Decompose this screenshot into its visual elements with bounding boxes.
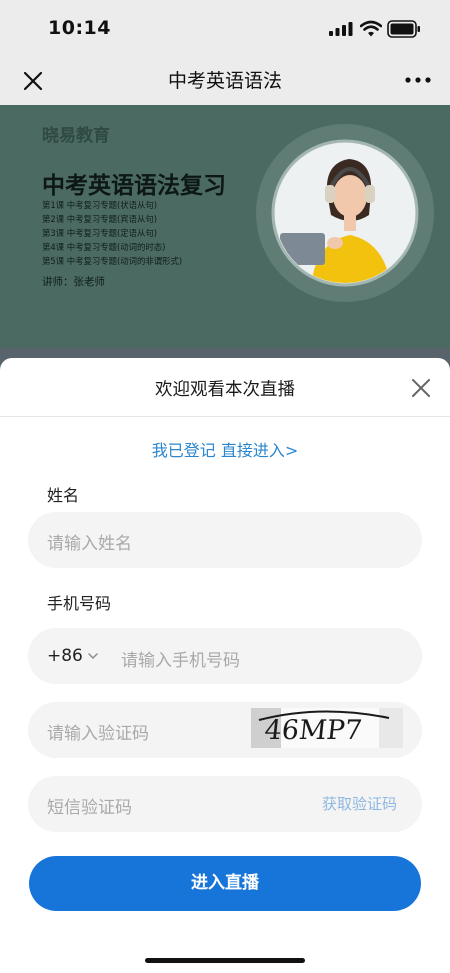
teacher-name: 讲师：张老师	[42, 276, 105, 288]
course-title: 中考英语语法复习	[42, 173, 226, 199]
phone-placeholder: 请输入手机号码	[121, 651, 240, 671]
sheet-title: 欢迎观看本次直播	[155, 380, 295, 400]
page-title: 中考英语语法	[167, 70, 282, 92]
country-code-select[interactable]: +86	[47, 646, 83, 666]
get-code-button[interactable]: 获取验证码	[322, 793, 397, 814]
lesson-item: 第3课 中考复习专题(定语从句)	[42, 228, 158, 238]
brand-name: 晓易教育	[42, 126, 110, 146]
name-label: 姓名	[47, 486, 80, 505]
wifi-icon	[360, 20, 382, 37]
captcha-image[interactable]: 46MP7	[251, 708, 403, 748]
more-icon[interactable]	[400, 70, 436, 90]
phone-label: 手机号码	[47, 594, 112, 613]
cellular-signal-icon	[329, 22, 353, 36]
lesson-item: 第1课 中考复习专题(状语从句)	[42, 200, 158, 210]
lesson-item: 第4课 中考复习专题(动词的时态)	[42, 242, 166, 252]
teacher-photo	[256, 124, 434, 302]
enter-live-button[interactable]: 进入直播	[29, 856, 421, 911]
already-registered-link[interactable]: 我已登记 直接进入>	[0, 437, 450, 461]
divider	[0, 416, 450, 417]
captcha-placeholder: 请输入验证码	[47, 724, 149, 744]
captcha-text: 46MP7	[263, 715, 364, 746]
status-time: 10:14	[48, 17, 111, 39]
close-icon[interactable]	[410, 377, 432, 399]
battery-icon	[387, 20, 420, 38]
lesson-item: 第5课 中考复习专题(动词的非谓形式)	[42, 256, 183, 266]
sms-code-placeholder: 短信验证码	[47, 798, 132, 818]
name-placeholder: 请输入姓名	[47, 534, 132, 554]
lesson-item: 第2课 中考复习专题(宾语从句)	[42, 214, 158, 224]
chevron-down-icon	[88, 653, 98, 659]
home-indicator[interactable]	[145, 958, 305, 963]
